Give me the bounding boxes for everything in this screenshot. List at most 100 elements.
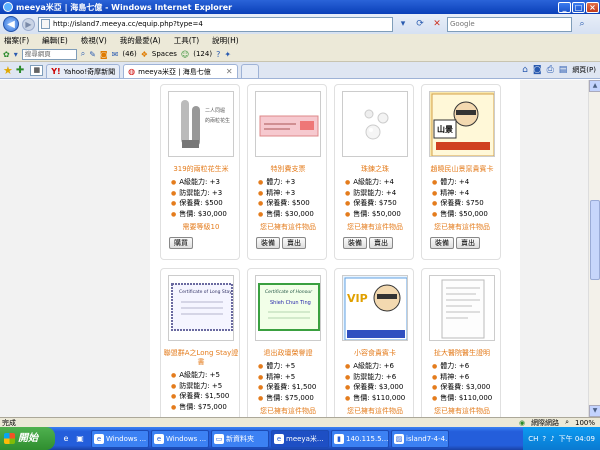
search-box[interactable] <box>447 16 572 32</box>
zoom-icon[interactable]: ⌕ <box>565 418 569 427</box>
menu-view[interactable]: 檢視(V) <box>81 35 107 46</box>
task-item-active[interactable]: e meeya米... <box>271 429 329 448</box>
stat-text: 保養費: $500 <box>179 199 223 207</box>
highlight-icon[interactable]: ✎ <box>89 50 96 59</box>
menu-favorites[interactable]: 我的最愛(A) <box>120 35 161 46</box>
globe-icon: ◉ <box>518 418 526 427</box>
spaces-label[interactable]: Spaces <box>152 50 177 58</box>
bullet-icon: ● <box>345 210 351 218</box>
page-menu-label[interactable]: 網頁(P) <box>572 65 596 75</box>
maximize-button[interactable]: □ <box>572 1 585 13</box>
add-favorite-icon[interactable]: ✚ <box>16 65 24 76</box>
spaces-icon[interactable]: ❖ <box>141 50 148 59</box>
quick-tabs-icon[interactable]: ▦ <box>30 64 44 76</box>
start-button[interactable]: 開始 <box>0 427 55 450</box>
help-icon[interactable]: ? <box>216 50 220 59</box>
item-primary-button[interactable]: 購買 <box>169 237 193 249</box>
toolbar-search-input[interactable]: 搜尋網頁 <box>21 48 77 60</box>
item-name[interactable]: 珠鍊之珠 <box>335 165 415 174</box>
page-menu-icon[interactable]: ▤ <box>559 65 568 75</box>
item-stat: ● 精神: +5 <box>258 372 295 382</box>
item-sell-button[interactable]: 賣出 <box>369 237 393 249</box>
volume-icon[interactable]: ♪ <box>550 435 554 443</box>
ie-quick-icon[interactable]: e <box>60 433 72 445</box>
print-icon[interactable]: ⎙ <box>547 65 554 75</box>
task-item[interactable]: e Windows ... <box>91 429 149 448</box>
rss-icon[interactable]: ◙ <box>100 50 108 59</box>
refresh-icon[interactable]: ⟳ <box>413 17 427 31</box>
stat-text: 體力: +3 <box>266 178 296 186</box>
close-tab-icon[interactable]: ✕ <box>226 67 233 76</box>
tab-meeya[interactable]: ◍ meeya米亞 | 海島七億 ✕ <box>123 64 238 78</box>
bullet-icon: ● <box>432 363 438 370</box>
url-input[interactable] <box>53 20 383 28</box>
minimize-button[interactable]: _ <box>558 1 571 13</box>
favorites-star-icon[interactable]: ★ <box>3 64 13 77</box>
task-item[interactable]: ▨ island7-4-4... <box>391 429 449 448</box>
item-stat: ● 防禦能力: +6 <box>345 372 396 382</box>
system-tray: CH ? ♪ 下午 04:09 <box>523 427 600 450</box>
item-sell-button[interactable]: 賣出 <box>282 237 306 249</box>
equipment-card: 二人同堀 的兩粒花生 319的兩粒花生米 ● A級能力: +3 ● 防禦能力: +3 ● 保養費… <box>160 84 240 260</box>
toolbar-search-icon[interactable]: ⌕ <box>81 49 85 59</box>
stat-text: 精神: +3 <box>266 188 296 197</box>
tab-yahoo[interactable]: Y! Yahoo!奇摩新聞 <box>46 64 121 78</box>
new-tab-button[interactable] <box>240 64 259 78</box>
vertical-scrollbar[interactable]: ▲ ▼ <box>588 80 600 417</box>
go-icon[interactable]: ▾ <box>396 17 410 31</box>
item-primary-button[interactable]: 裝備 <box>430 237 454 249</box>
url-box[interactable] <box>38 16 393 32</box>
mail-icon[interactable]: ✉ <box>112 50 119 59</box>
item-name[interactable]: 趙曉民山景窯貴賓卡 <box>422 165 502 174</box>
forward-button[interactable]: ▶ <box>22 17 35 31</box>
settings-icon[interactable]: ✦ <box>224 50 231 59</box>
item-image: Certificate of Honour Shieh Chun Ting <box>255 275 321 341</box>
scroll-up-arrow[interactable]: ▲ <box>589 80 600 92</box>
search-icon[interactable]: ⌕ <box>575 17 589 31</box>
help-tray-icon[interactable]: ? <box>542 435 546 443</box>
bullet-icon: ● <box>258 179 264 186</box>
mail-count[interactable]: (46) <box>122 50 136 58</box>
task-item[interactable]: ▮ 140.115.5... <box>331 429 389 448</box>
menu-tools[interactable]: 工具(T) <box>174 35 199 46</box>
item-name[interactable]: 扯大醫院醫生證明 <box>422 349 502 358</box>
item-name[interactable]: 聯盟群A之Long Stay證書 <box>161 349 241 367</box>
desktop-quick-icon[interactable]: ▣ <box>74 433 86 445</box>
dropdown-icon[interactable]: ▾ <box>14 50 18 59</box>
bullet-icon: ● <box>345 179 351 186</box>
scroll-down-arrow[interactable]: ▼ <box>589 405 600 417</box>
item-sell-button[interactable]: 賣出 <box>456 237 480 249</box>
search-input[interactable] <box>450 20 555 28</box>
bullet-icon: ● <box>258 373 264 381</box>
contacts-count[interactable]: (124) <box>193 50 212 58</box>
item-stat: ● 防禦能力: +4 <box>345 188 396 198</box>
menu-help[interactable]: 說明(H) <box>212 35 239 46</box>
address-bar: ◀ ▶ ▾ ⟳ ✕ ⌕ <box>0 14 600 34</box>
stop-icon[interactable]: ✕ <box>430 17 444 31</box>
stat-text: 防禦能力: +4 <box>353 188 397 197</box>
item-name[interactable]: 小容食貴賓卡 <box>335 349 415 358</box>
task-item[interactable]: e Windows ... <box>151 429 209 448</box>
back-button[interactable]: ◀ <box>3 16 19 32</box>
bullet-icon: ● <box>171 179 177 186</box>
msn-icon[interactable]: ✿ <box>3 50 10 59</box>
stat-text: 精神: +4 <box>440 188 470 197</box>
item-name[interactable]: 319的兩粒花生米 <box>161 165 241 174</box>
close-button[interactable]: × <box>586 1 599 13</box>
menu-file[interactable]: 檔案(F) <box>4 35 29 46</box>
bullet-icon: ● <box>171 189 177 197</box>
item-stat: ● A級能力: +5 <box>171 370 220 380</box>
language-indicator[interactable]: CH <box>528 435 538 443</box>
scroll-thumb[interactable] <box>590 200 600 280</box>
menu-edit[interactable]: 編輯(E) <box>42 35 68 46</box>
item-name[interactable]: 退出政壇榮譽證 <box>248 349 328 358</box>
home-icon[interactable]: ⌂ <box>522 65 528 75</box>
zoom-level[interactable]: 100% <box>575 419 595 427</box>
item-primary-button[interactable]: 裝備 <box>256 237 280 249</box>
contacts-icon[interactable]: ☺ <box>181 50 189 59</box>
command-bar: ⌂ ◙ ⎙ ▤ 網頁(P) <box>522 65 600 75</box>
item-primary-button[interactable]: 裝備 <box>343 237 367 249</box>
item-name[interactable]: 特別費支票 <box>248 165 328 174</box>
task-item[interactable]: ▭ 新資料夾 <box>211 429 269 448</box>
feeds-icon[interactable]: ◙ <box>533 65 542 75</box>
